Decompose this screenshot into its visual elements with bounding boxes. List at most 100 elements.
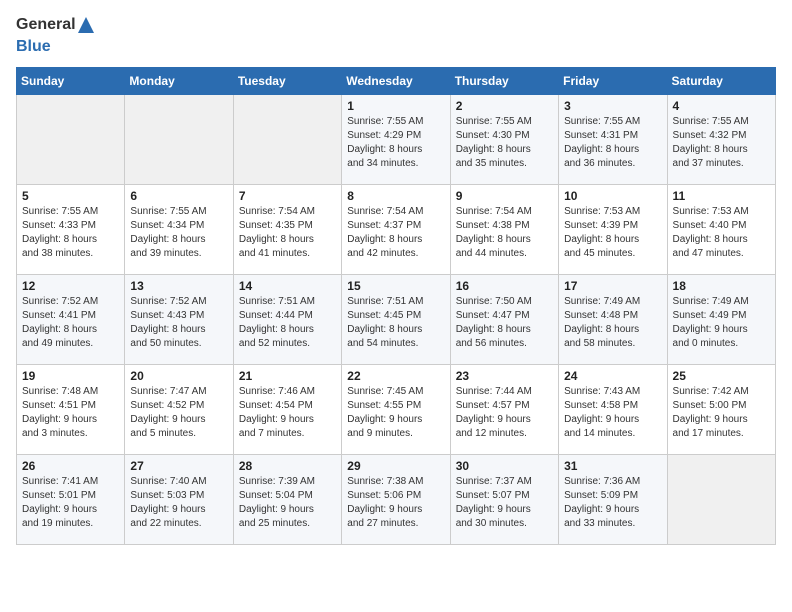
calendar-cell: 10 Sunrise: 7:53 AM Sunset: 4:39 PM Dayli… bbox=[559, 185, 667, 275]
day-number: 29 bbox=[347, 459, 444, 473]
day-number: 31 bbox=[564, 459, 661, 473]
logo-blue-text: Blue bbox=[16, 38, 51, 56]
calendar-cell: 23 Sunrise: 7:44 AM Sunset: 4:57 PM Dayli… bbox=[450, 365, 558, 455]
calendar-cell: 14Sunrise: 7:51 AM Sunset: 4:44 PM Dayli… bbox=[233, 275, 341, 365]
day-info: Sunrise: 7:52 AM Sunset: 4:43 PM Dayligh… bbox=[130, 295, 227, 351]
day-number: 11 bbox=[673, 189, 770, 203]
day-info: Sunrise: 7:54 AM Sunset: 4:37 PM Dayligh… bbox=[347, 205, 444, 261]
calendar-cell: 3 Sunrise: 7:55 AM Sunset: 4:31 PM Daylig… bbox=[559, 95, 667, 185]
calendar-cell: 24Sunrise: 7:43 AM Sunset: 4:58 PM Dayli… bbox=[559, 365, 667, 455]
day-info: Sunrise: 7:44 AM Sunset: 4:57 PM Dayligh… bbox=[456, 385, 553, 441]
day-info: Sunrise: 7:36 AM Sunset: 5:09 PM Dayligh… bbox=[564, 475, 661, 531]
day-number: 23 bbox=[456, 369, 553, 383]
weekday-row: SundayMondayTuesdayWednesdayThursdayFrid… bbox=[17, 68, 776, 95]
day-info: Sunrise: 7:55 AM Sunset: 4:30 PM Dayligh… bbox=[456, 115, 553, 171]
day-info: Sunrise: 7:41 AM Sunset: 5:01 PM Dayligh… bbox=[22, 475, 119, 531]
day-info: Sunrise: 7:52 AM Sunset: 4:41 PM Dayligh… bbox=[22, 295, 119, 351]
calendar-cell: 2 Sunrise: 7:55 AM Sunset: 4:30 PM Daylig… bbox=[450, 95, 558, 185]
day-number: 17 bbox=[564, 279, 661, 293]
day-info: Sunrise: 7:40 AM Sunset: 5:03 PM Dayligh… bbox=[130, 475, 227, 531]
calendar-cell: 27 Sunrise: 7:40 AM Sunset: 5:03 PM Dayli… bbox=[125, 455, 233, 545]
day-info: Sunrise: 7:55 AM Sunset: 4:33 PM Dayligh… bbox=[22, 205, 119, 261]
day-number: 4 bbox=[673, 99, 770, 113]
day-number: 16 bbox=[456, 279, 553, 293]
day-info: Sunrise: 7:55 AM Sunset: 4:29 PM Dayligh… bbox=[347, 115, 444, 171]
calendar-cell: 11 Sunrise: 7:53 AM Sunset: 4:40 PM Dayli… bbox=[667, 185, 775, 275]
day-info: Sunrise: 7:55 AM Sunset: 4:32 PM Dayligh… bbox=[673, 115, 770, 171]
day-info: Sunrise: 7:49 AM Sunset: 4:49 PM Dayligh… bbox=[673, 295, 770, 351]
weekday-header-saturday: Saturday bbox=[667, 68, 775, 95]
day-info: Sunrise: 7:55 AM Sunset: 4:31 PM Dayligh… bbox=[564, 115, 661, 171]
day-info: Sunrise: 7:53 AM Sunset: 4:39 PM Dayligh… bbox=[564, 205, 661, 261]
calendar-cell: 26 Sunrise: 7:41 AM Sunset: 5:01 PM Dayli… bbox=[17, 455, 125, 545]
weekday-header-friday: Friday bbox=[559, 68, 667, 95]
day-number: 5 bbox=[22, 189, 119, 203]
day-info: Sunrise: 7:39 AM Sunset: 5:04 PM Dayligh… bbox=[239, 475, 336, 531]
weekday-header-wednesday: Wednesday bbox=[342, 68, 450, 95]
day-info: Sunrise: 7:50 AM Sunset: 4:47 PM Dayligh… bbox=[456, 295, 553, 351]
weekday-header-thursday: Thursday bbox=[450, 68, 558, 95]
week-row-1: 1 Sunrise: 7:55 AM Sunset: 4:29 PM Daylig… bbox=[17, 95, 776, 185]
day-number: 30 bbox=[456, 459, 553, 473]
day-info: Sunrise: 7:49 AM Sunset: 4:48 PM Dayligh… bbox=[564, 295, 661, 351]
calendar-header: SundayMondayTuesdayWednesdayThursdayFrid… bbox=[17, 68, 776, 95]
calendar-cell: 16 Sunrise: 7:50 AM Sunset: 4:47 PM Dayli… bbox=[450, 275, 558, 365]
day-number: 1 bbox=[347, 99, 444, 113]
day-info: Sunrise: 7:47 AM Sunset: 4:52 PM Dayligh… bbox=[130, 385, 227, 441]
logo-triangle-icon bbox=[78, 17, 94, 33]
day-number: 26 bbox=[22, 459, 119, 473]
day-number: 9 bbox=[456, 189, 553, 203]
day-info: Sunrise: 7:54 AM Sunset: 4:35 PM Dayligh… bbox=[239, 205, 336, 261]
day-info: Sunrise: 7:37 AM Sunset: 5:07 PM Dayligh… bbox=[456, 475, 553, 531]
day-info: Sunrise: 7:53 AM Sunset: 4:40 PM Dayligh… bbox=[673, 205, 770, 261]
day-number: 27 bbox=[130, 459, 227, 473]
day-number: 2 bbox=[456, 99, 553, 113]
calendar-cell: 21 Sunrise: 7:46 AM Sunset: 4:54 PM Dayli… bbox=[233, 365, 341, 455]
day-number: 24 bbox=[564, 369, 661, 383]
calendar-cell: 4 Sunrise: 7:55 AM Sunset: 4:32 PM Daylig… bbox=[667, 95, 775, 185]
weekday-header-monday: Monday bbox=[125, 68, 233, 95]
day-number: 21 bbox=[239, 369, 336, 383]
day-number: 3 bbox=[564, 99, 661, 113]
day-number: 7 bbox=[239, 189, 336, 203]
calendar-cell: 7 Sunrise: 7:54 AM Sunset: 4:35 PM Daylig… bbox=[233, 185, 341, 275]
logo-general-text: General bbox=[16, 16, 76, 34]
week-row-3: 12 Sunrise: 7:52 AM Sunset: 4:41 PM Dayli… bbox=[17, 275, 776, 365]
day-number: 28 bbox=[239, 459, 336, 473]
calendar-cell: 19Sunrise: 7:48 AM Sunset: 4:51 PM Dayli… bbox=[17, 365, 125, 455]
week-row-4: 19Sunrise: 7:48 AM Sunset: 4:51 PM Dayli… bbox=[17, 365, 776, 455]
weekday-header-tuesday: Tuesday bbox=[233, 68, 341, 95]
day-number: 19 bbox=[22, 369, 119, 383]
day-info: Sunrise: 7:42 AM Sunset: 5:00 PM Dayligh… bbox=[673, 385, 770, 441]
day-number: 10 bbox=[564, 189, 661, 203]
day-info: Sunrise: 7:45 AM Sunset: 4:55 PM Dayligh… bbox=[347, 385, 444, 441]
day-number: 6 bbox=[130, 189, 227, 203]
calendar-cell: 31 Sunrise: 7:36 AM Sunset: 5:09 PM Dayli… bbox=[559, 455, 667, 545]
day-number: 25 bbox=[673, 369, 770, 383]
calendar-cell: 9Sunrise: 7:54 AM Sunset: 4:38 PM Daylig… bbox=[450, 185, 558, 275]
calendar-table: SundayMondayTuesdayWednesdayThursdayFrid… bbox=[16, 67, 776, 545]
calendar-cell: 18 Sunrise: 7:49 AM Sunset: 4:49 PM Dayli… bbox=[667, 275, 775, 365]
day-number: 18 bbox=[673, 279, 770, 293]
day-info: Sunrise: 7:51 AM Sunset: 4:45 PM Dayligh… bbox=[347, 295, 444, 351]
day-number: 12 bbox=[22, 279, 119, 293]
calendar-cell: 8Sunrise: 7:54 AM Sunset: 4:37 PM Daylig… bbox=[342, 185, 450, 275]
calendar-cell bbox=[17, 95, 125, 185]
calendar-cell: 1 Sunrise: 7:55 AM Sunset: 4:29 PM Daylig… bbox=[342, 95, 450, 185]
calendar-cell: 12 Sunrise: 7:52 AM Sunset: 4:41 PM Dayli… bbox=[17, 275, 125, 365]
day-info: Sunrise: 7:38 AM Sunset: 5:06 PM Dayligh… bbox=[347, 475, 444, 531]
calendar-cell: 29 Sunrise: 7:38 AM Sunset: 5:06 PM Dayli… bbox=[342, 455, 450, 545]
calendar-cell: 6 Sunrise: 7:55 AM Sunset: 4:34 PM Daylig… bbox=[125, 185, 233, 275]
calendar-cell bbox=[233, 95, 341, 185]
weekday-header-sunday: Sunday bbox=[17, 68, 125, 95]
calendar-cell: 13Sunrise: 7:52 AM Sunset: 4:43 PM Dayli… bbox=[125, 275, 233, 365]
day-info: Sunrise: 7:46 AM Sunset: 4:54 PM Dayligh… bbox=[239, 385, 336, 441]
week-row-5: 26 Sunrise: 7:41 AM Sunset: 5:01 PM Dayli… bbox=[17, 455, 776, 545]
calendar-cell: 20 Sunrise: 7:47 AM Sunset: 4:52 PM Dayli… bbox=[125, 365, 233, 455]
day-number: 15 bbox=[347, 279, 444, 293]
calendar-cell: 28 Sunrise: 7:39 AM Sunset: 5:04 PM Dayli… bbox=[233, 455, 341, 545]
day-number: 14 bbox=[239, 279, 336, 293]
day-number: 20 bbox=[130, 369, 227, 383]
day-info: Sunrise: 7:55 AM Sunset: 4:34 PM Dayligh… bbox=[130, 205, 227, 261]
calendar-cell: 30 Sunrise: 7:37 AM Sunset: 5:07 PM Dayli… bbox=[450, 455, 558, 545]
